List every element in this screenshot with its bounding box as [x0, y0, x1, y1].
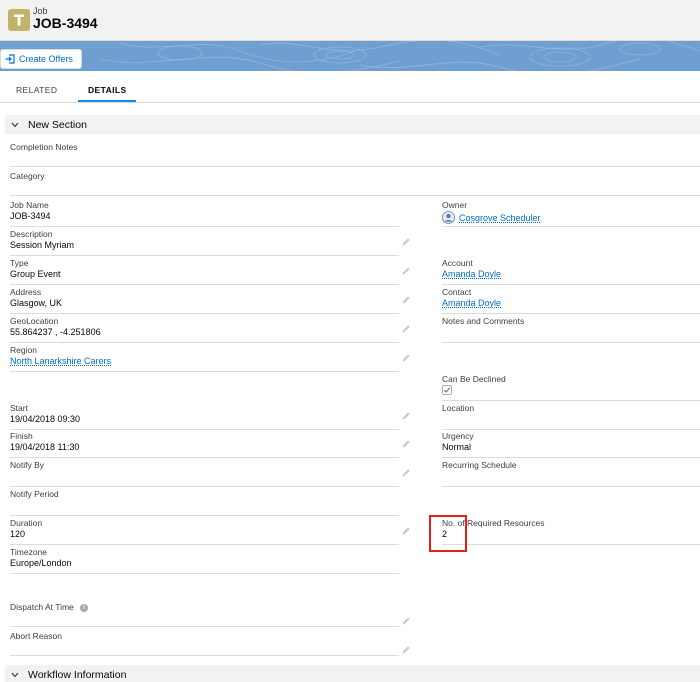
field-category: Category	[10, 169, 700, 196]
record-title: JOB-3494	[33, 15, 98, 31]
pencil-icon[interactable]	[401, 353, 411, 363]
chevron-down-icon	[8, 122, 22, 128]
info-icon[interactable]: i	[79, 604, 88, 612]
field-label: Notify By	[10, 460, 45, 470]
field-can-be-declined: Can Be Declined	[442, 372, 700, 401]
user-avatar-icon	[442, 211, 455, 224]
field-label: Completion Notes	[10, 142, 78, 152]
checkmark-icon	[443, 387, 451, 393]
field-start: Start 19/04/2018 09:30	[10, 401, 410, 430]
active-tab-indicator	[78, 100, 136, 102]
field-value: 55.864237 , -4.251806	[10, 327, 101, 337]
field-label: GeoLocation	[10, 316, 59, 326]
field-label: Contact	[442, 287, 472, 297]
field-notify-by: Notify By	[10, 458, 410, 487]
field-duration: Duration 120	[10, 516, 410, 545]
pencil-icon[interactable]	[401, 295, 411, 305]
pencil-icon[interactable]	[401, 468, 411, 478]
section-workflow[interactable]: Workflow Information	[5, 665, 700, 682]
field-account: Account Amanda Doyle	[442, 256, 700, 285]
field-label: Region	[10, 345, 37, 355]
job-object-icon	[8, 9, 30, 31]
pencil-icon[interactable]	[401, 324, 411, 334]
can-be-declined-checkbox[interactable]	[442, 385, 452, 395]
chevron-down-icon	[8, 672, 22, 678]
field-label: Location	[442, 403, 475, 413]
field-value: Session Myriam	[10, 240, 75, 250]
field-notes-comments: Notes and Comments	[442, 314, 700, 343]
field-label: Type	[10, 258, 29, 268]
field-finish: Finish 19/04/2018 11:30	[10, 429, 410, 458]
field-label: Address	[10, 287, 42, 297]
pencil-icon[interactable]	[401, 439, 411, 449]
field-geolocation: GeoLocation 55.864237 , -4.251806	[10, 314, 410, 343]
tab-related[interactable]: RELATED	[16, 85, 57, 95]
record-header: Job JOB-3494	[0, 0, 700, 41]
field-label: Category	[10, 171, 45, 181]
field-value: 2	[442, 529, 448, 539]
field-value: 120	[10, 529, 26, 539]
section-title: Workflow Information	[28, 668, 127, 681]
field-label: Notes and Comments	[442, 316, 525, 326]
field-recurring-schedule: Recurring Schedule	[442, 458, 700, 487]
section-title: New Section	[28, 118, 87, 131]
field-required-resources: No. of Required Resources 2	[442, 516, 700, 545]
field-address: Address Glasgow, UK	[10, 285, 410, 314]
create-offers-label: Create Offers	[19, 54, 73, 64]
field-label: Dispatch At Time i	[10, 602, 88, 612]
pencil-icon[interactable]	[401, 526, 411, 536]
field-label: Account	[442, 258, 473, 268]
field-label: Finish	[10, 431, 33, 441]
pencil-icon[interactable]	[401, 237, 411, 247]
field-label: Recurring Schedule	[442, 460, 517, 470]
pencil-icon[interactable]	[401, 645, 411, 655]
header-banner	[0, 41, 700, 71]
create-offers-icon	[5, 54, 15, 64]
field-label: Abort Reason	[10, 631, 62, 641]
field-value: Europe/London	[10, 558, 72, 568]
field-label: Duration	[10, 518, 43, 528]
owner-value: Cosgrove Scheduler	[442, 211, 541, 224]
field-completion-notes: Completion Notes	[10, 140, 700, 167]
field-value: Group Event	[10, 269, 61, 279]
field-region: Region North Lanarkshire Carers	[10, 343, 410, 372]
create-offers-button[interactable]: Create Offers	[0, 49, 82, 69]
pencil-icon[interactable]	[401, 266, 411, 276]
field-value: 19/04/2018 09:30	[10, 414, 81, 424]
field-label: Description	[10, 229, 53, 239]
field-value: Glasgow, UK	[10, 298, 63, 308]
field-label: Urgency	[442, 431, 474, 441]
field-label-text: Dispatch At Time	[10, 602, 74, 612]
owner-link[interactable]: Cosgrove Scheduler	[459, 213, 541, 223]
field-contact: Contact Amanda Doyle	[442, 285, 700, 314]
pencil-icon[interactable]	[401, 616, 411, 626]
field-value: Normal	[442, 442, 472, 452]
field-label: Can Be Declined	[442, 374, 506, 384]
field-urgency: Urgency Normal	[442, 429, 700, 458]
field-timezone: Timezone Europe/London	[10, 545, 399, 574]
field-label: Notify Period	[10, 489, 59, 499]
field-label: Start	[10, 403, 28, 413]
field-value: 19/04/2018 11:30	[10, 442, 80, 452]
field-owner: Owner Cosgrove Scheduler	[442, 198, 700, 227]
field-type: Type Group Event	[10, 256, 410, 285]
pencil-icon[interactable]	[401, 411, 411, 421]
field-label: Owner	[442, 200, 468, 210]
field-location: Location	[442, 401, 700, 430]
field-dispatch-at-time: Dispatch At Time i	[10, 598, 410, 627]
field-notify-period: Notify Period	[10, 487, 399, 516]
section-new[interactable]: New Section	[5, 115, 700, 134]
field-label: No. of Required Resources	[442, 518, 545, 528]
account-link[interactable]: Amanda Doyle	[442, 269, 501, 279]
field-job-name: Job Name JOB-3494	[10, 198, 399, 227]
field-label: Timezone	[10, 547, 48, 557]
field-label: Job Name	[10, 200, 49, 210]
tab-details[interactable]: DETAILS	[88, 85, 127, 95]
region-link[interactable]: North Lanarkshire Carers	[10, 356, 111, 366]
field-abort-reason: Abort Reason	[10, 629, 410, 656]
contact-link[interactable]: Amanda Doyle	[442, 298, 501, 308]
field-description: Description Session Myriam	[10, 227, 410, 256]
field-value: JOB-3494	[10, 211, 51, 221]
